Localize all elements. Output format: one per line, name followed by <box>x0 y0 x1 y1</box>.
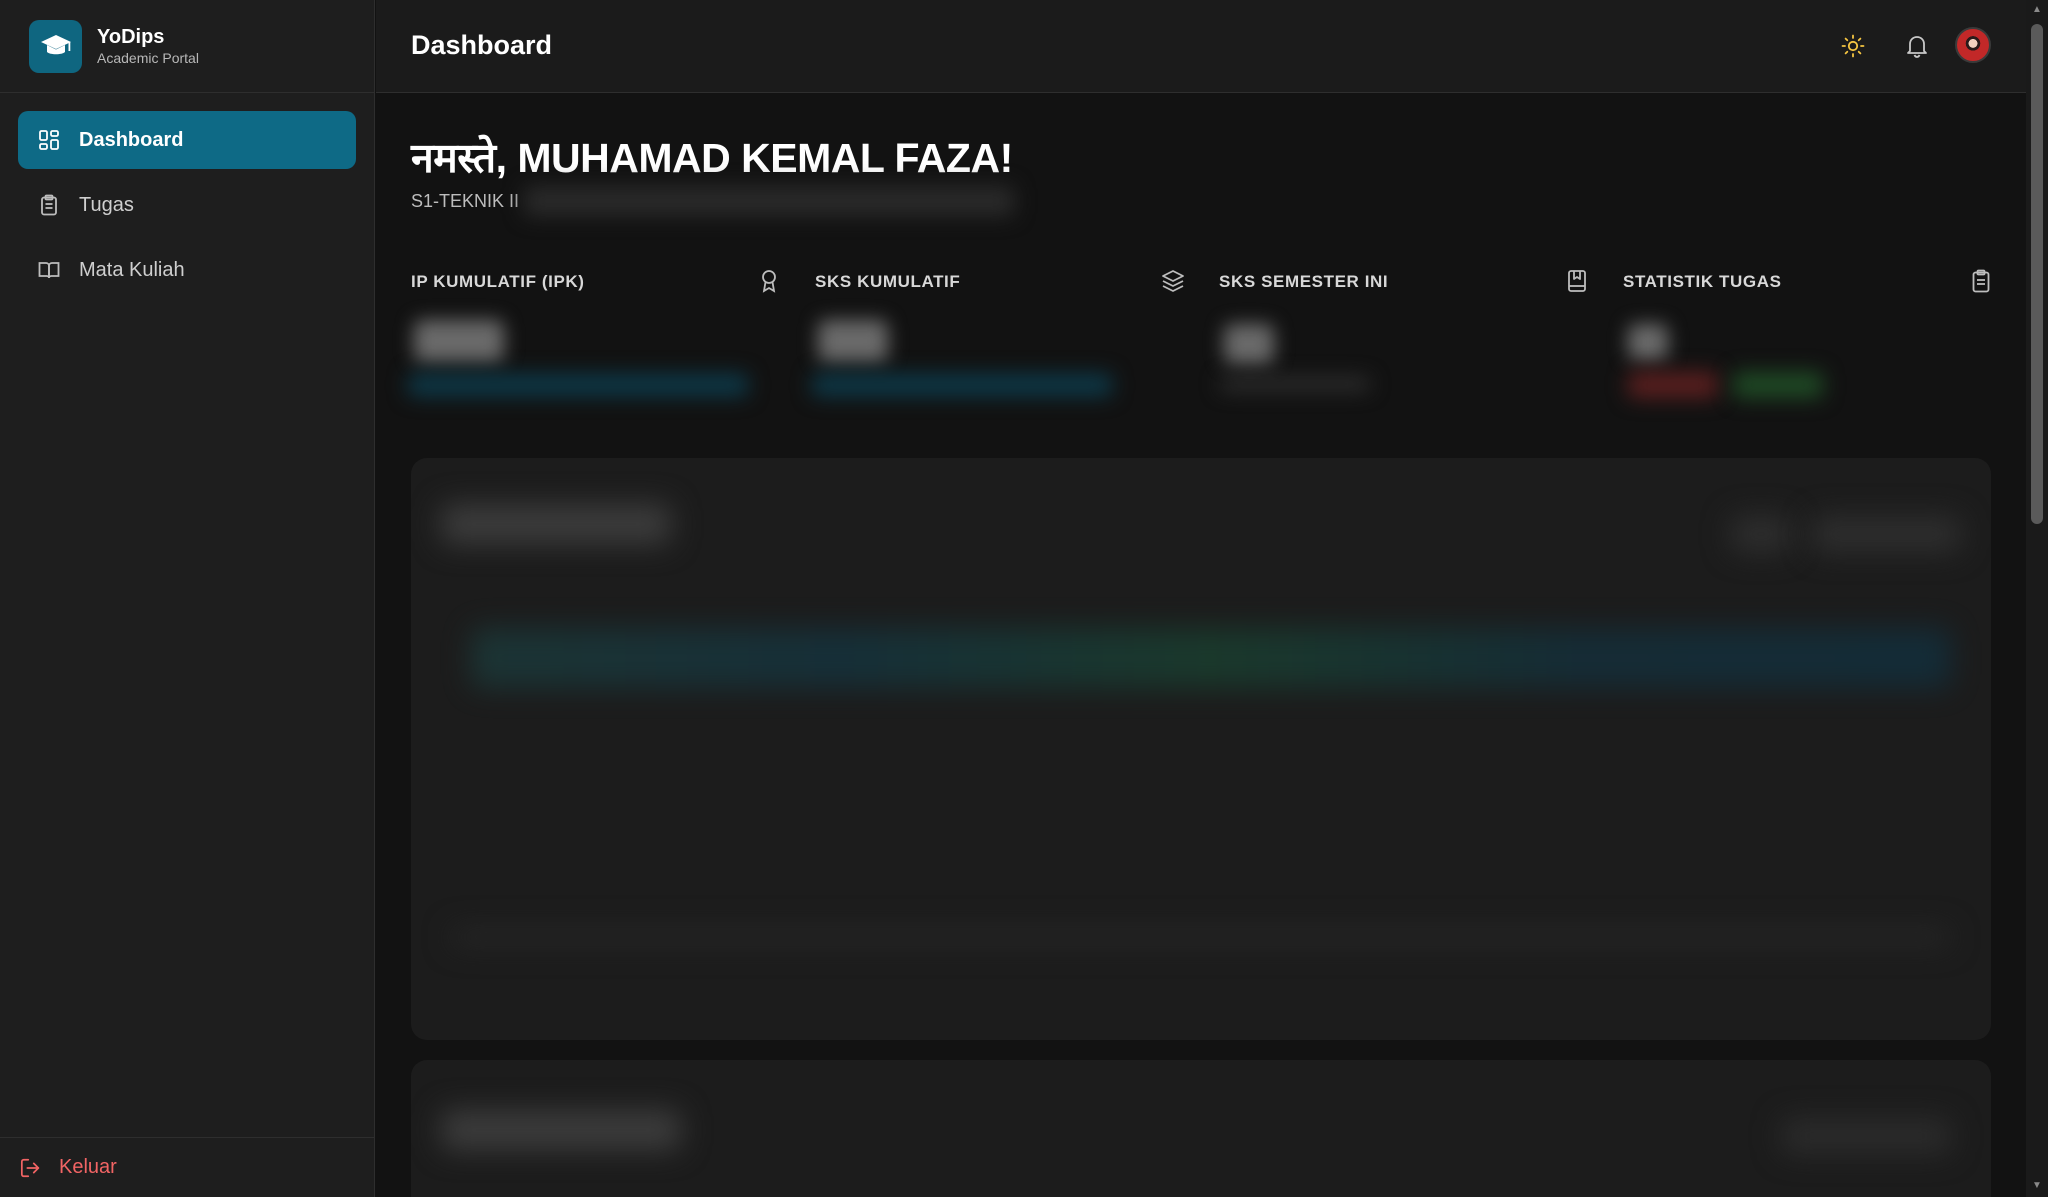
sidebar-item-mata-kuliah[interactable]: Mata Kuliah <box>18 241 356 299</box>
top-bar: Dashboard <box>376 0 2026 93</box>
greeting-heading: नमस्ते, MUHAMAD KEMAL FAZA! <box>411 135 1013 181</box>
layers-icon <box>1161 269 1185 293</box>
stat-ipk: IP KUMULATIF (IPK) <box>376 264 776 414</box>
graduation-cap-icon <box>29 19 82 73</box>
blurred-bar <box>812 374 1112 396</box>
log-out-icon <box>20 1157 42 1179</box>
page-title: Dashboard <box>411 30 553 60</box>
main-content: नमस्ते, MUHAMAD KEMAL FAZA! S1-TEKNIK II… <box>376 94 2026 1197</box>
blurred-badge <box>1628 372 1718 398</box>
brand-name: YoDips <box>97 26 165 48</box>
blurred-value <box>818 320 888 362</box>
blurred-value <box>1628 324 1668 360</box>
notifications-button[interactable] <box>1899 28 1935 64</box>
logout-button[interactable]: Keluar <box>0 1137 375 1197</box>
avatar[interactable] <box>1955 27 1991 63</box>
sidebar-item-label: Dashboard <box>79 128 184 151</box>
clipboard-icon <box>1969 269 1993 293</box>
blurred-control <box>1781 1118 1951 1154</box>
sidebar-nav: Dashboard Tugas Mata Kuliah <box>0 93 374 299</box>
grid-icon <box>38 129 60 151</box>
scroll-down-icon[interactable]: ▼ <box>2031 1180 2043 1192</box>
brand-header[interactable]: YoDips Academic Portal <box>0 0 374 93</box>
blurred-card <box>411 1060 1991 1197</box>
blurred-title <box>441 504 671 544</box>
book-open-icon <box>38 259 60 281</box>
blurred-value <box>414 320 504 362</box>
blurred-text <box>524 186 1014 216</box>
blurred-control <box>1731 516 1791 552</box>
theme-toggle-button[interactable] <box>1835 28 1871 64</box>
bell-icon <box>1906 34 1928 58</box>
book-bookmark-icon <box>1565 269 1589 293</box>
stat-label: SKS KUMULATIF <box>815 272 961 291</box>
stat-label: SKS SEMESTER INI <box>1219 272 1389 291</box>
blurred-control <box>1811 516 1961 552</box>
blurred-bar <box>408 374 748 396</box>
blurred-title <box>441 1110 681 1150</box>
blurred-axis <box>451 928 1951 946</box>
award-icon <box>757 269 781 293</box>
blurred-text <box>1220 378 1370 390</box>
blurred-chart <box>471 628 1951 688</box>
stat-label: IP KUMULATIF (IPK) <box>411 272 585 291</box>
scroll-thumb[interactable] <box>2031 24 2043 524</box>
scrollbar[interactable]: ▲ ▼ <box>2026 0 2048 1197</box>
stat-sks-semester: SKS SEMESTER INI <box>1184 264 1586 414</box>
logout-label: Keluar <box>59 1156 117 1178</box>
sidebar: YoDips Academic Portal Dashboard Tugas M… <box>0 0 375 1197</box>
blurred-badge <box>1733 372 1823 398</box>
stat-tugas: STATISTIK TUGAS <box>1588 264 1990 414</box>
sun-icon <box>1841 34 1865 58</box>
blurred-card <box>411 458 1991 1040</box>
brand-subtitle: Academic Portal <box>97 50 199 66</box>
sidebar-item-dashboard[interactable]: Dashboard <box>18 111 356 169</box>
blurred-value <box>1224 324 1274 364</box>
sidebar-item-label: Tugas <box>79 193 134 216</box>
scroll-up-icon[interactable]: ▲ <box>2031 4 2043 16</box>
stat-sks-kumulatif: SKS KUMULATIF <box>780 264 1184 414</box>
sidebar-item-tugas[interactable]: Tugas <box>18 176 356 234</box>
clipboard-icon <box>38 194 60 216</box>
sidebar-item-label: Mata Kuliah <box>79 258 185 281</box>
stat-label: STATISTIK TUGAS <box>1623 272 1782 291</box>
program-label: S1-TEKNIK II <box>411 191 520 211</box>
